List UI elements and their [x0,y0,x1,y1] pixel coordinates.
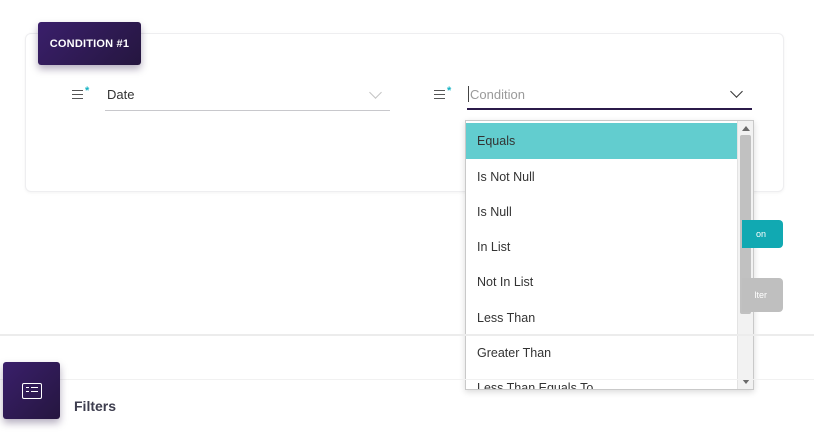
dropdown-option-not-in-list[interactable]: Not In List [466,264,738,300]
condition-select-placeholder: Condition [470,87,525,102]
chevron-down-icon[interactable] [369,86,382,99]
apply-filter-button-label: lter [754,290,767,300]
filters-icon-badge [3,362,60,419]
condition-dropdown-list[interactable]: Equals Is Not Null Is Null In List Not I… [465,120,754,390]
chevron-down-icon[interactable] [730,85,743,98]
apply-filter-button[interactable]: lter [742,278,783,312]
required-asterisk: * [85,85,90,97]
text-caret [468,86,469,102]
dropdown-scrollbar[interactable] [737,121,753,389]
scroll-up-arrow-icon[interactable] [742,126,750,131]
lines-icon [434,90,445,100]
column-select-value: Date [107,87,135,102]
dropdown-option-less-than-equals-to[interactable]: Less Than Equals To [466,370,738,389]
list-icon [21,382,42,399]
dropdown-option-is-not-null[interactable]: Is Not Null [466,159,738,195]
filters-section-title: Filters [74,398,117,414]
required-asterisk: * [447,85,452,97]
lines-icon [72,90,83,100]
condition-badge: CONDITION #1 [38,22,141,65]
filters-header-divider [0,379,814,380]
dropdown-option-in-list[interactable]: In List [466,229,738,265]
column-field-lines-icon-wrap: * [72,85,90,100]
dropdown-option-less-than[interactable]: Less Than [466,300,738,336]
dropdown-option-equals[interactable]: Equals [466,123,738,159]
condition-field-lines-icon-wrap: * [434,85,452,100]
dropdown-option-greater-than[interactable]: Greater Than [466,335,738,371]
section-divider [0,334,814,336]
add-condition-button[interactable]: on [742,220,783,248]
condition-select[interactable]: Condition [467,82,752,110]
dropdown-option-is-null[interactable]: Is Null [466,194,738,230]
condition-badge-label: CONDITION #1 [49,37,130,50]
add-condition-button-label: on [755,229,766,239]
page: CONDITION #1 * Date * Condition Equals I… [0,0,814,440]
column-select[interactable]: Date [105,82,390,111]
